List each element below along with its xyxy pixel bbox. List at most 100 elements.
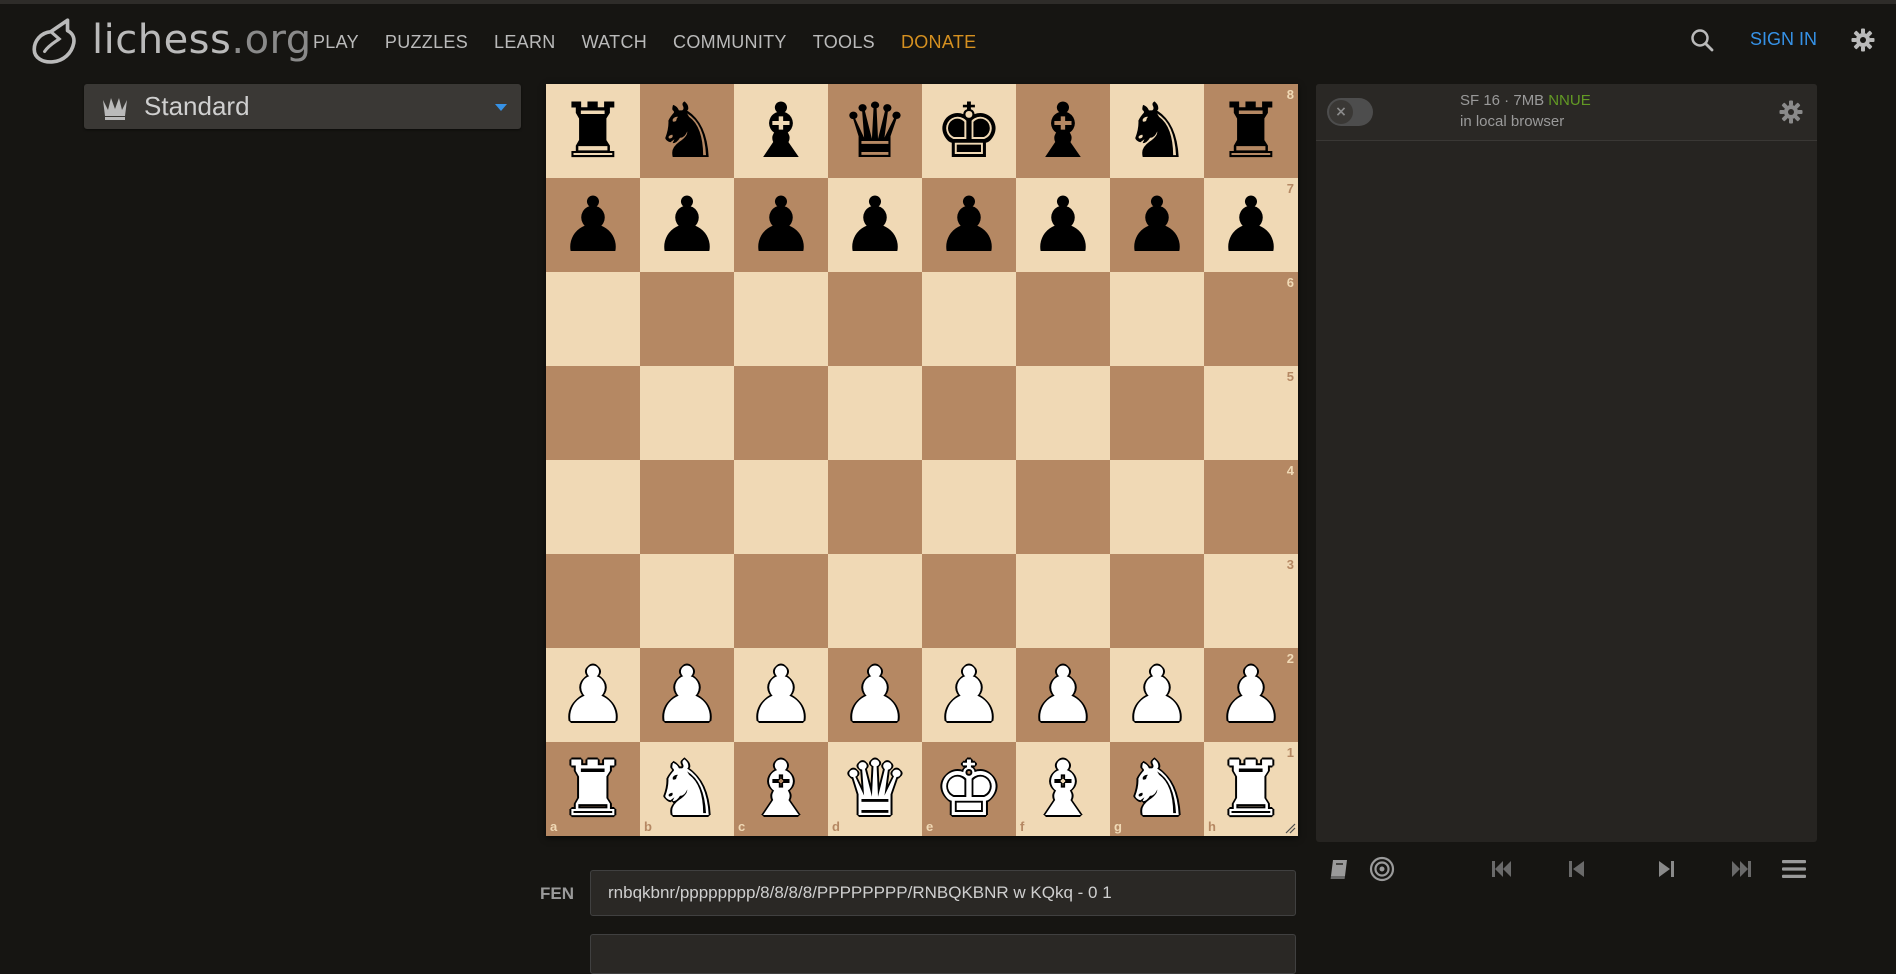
square-d5[interactable] [828,366,922,460]
square-g4[interactable] [1110,460,1204,554]
square-d7[interactable]: ♟ [828,178,922,272]
pgn-textarea[interactable] [590,934,1296,974]
target-icon[interactable] [1368,856,1396,882]
white-bishop-piece[interactable]: ♝ [1029,742,1097,836]
black-knight-piece[interactable]: ♞ [1123,84,1191,178]
square-g6[interactable] [1110,272,1204,366]
square-b1[interactable]: ♞ b [640,742,734,836]
white-pawn-piece[interactable]: ♟ [1217,648,1285,742]
square-c3[interactable] [734,554,828,648]
menu-icon[interactable] [1780,856,1808,882]
prev-move-icon[interactable] [1563,856,1591,882]
square-h6[interactable]: 6 [1204,272,1298,366]
white-pawn-piece[interactable]: ♟ [653,648,721,742]
white-knight-piece[interactable]: ♞ [1123,742,1191,836]
fen-input[interactable] [590,870,1296,916]
next-move-icon[interactable] [1652,856,1680,882]
last-move-icon[interactable] [1727,856,1755,882]
square-b8[interactable]: ♞ [640,84,734,178]
white-king-piece[interactable]: ♚ [935,742,1003,836]
square-h4[interactable]: 4 [1204,460,1298,554]
nav-donate[interactable]: DONATE [901,32,976,53]
square-d6[interactable] [828,272,922,366]
engine-settings-icon[interactable] [1779,100,1803,124]
square-c7[interactable]: ♟ [734,178,828,272]
square-b5[interactable] [640,366,734,460]
square-a3[interactable] [546,554,640,648]
black-rook-piece[interactable]: ♜ [1217,84,1285,178]
search-icon[interactable] [1689,27,1715,53]
book-icon[interactable] [1325,856,1353,882]
black-pawn-piece[interactable]: ♟ [841,178,909,272]
square-b7[interactable]: ♟ [640,178,734,272]
square-g8[interactable]: ♞ [1110,84,1204,178]
square-g3[interactable] [1110,554,1204,648]
white-queen-piece[interactable]: ♛ [841,742,909,836]
square-c4[interactable] [734,460,828,554]
white-rook-piece[interactable]: ♜ [1217,742,1285,836]
square-a6[interactable] [546,272,640,366]
square-e2[interactable]: ♟ [922,648,1016,742]
square-e6[interactable] [922,272,1016,366]
square-g1[interactable]: ♞ g [1110,742,1204,836]
square-b6[interactable] [640,272,734,366]
nav-play[interactable]: PLAY [313,32,359,53]
black-bishop-piece[interactable]: ♝ [747,84,815,178]
square-c5[interactable] [734,366,828,460]
nav-watch[interactable]: WATCH [582,32,647,53]
nav-puzzles[interactable]: PUZZLES [385,32,468,53]
square-h8[interactable]: ♜ 8 [1204,84,1298,178]
square-e3[interactable] [922,554,1016,648]
square-a8[interactable]: ♜ [546,84,640,178]
square-d3[interactable] [828,554,922,648]
square-c2[interactable]: ♟ [734,648,828,742]
square-b4[interactable] [640,460,734,554]
square-c1[interactable]: ♝ c [734,742,828,836]
square-b2[interactable]: ♟ [640,648,734,742]
nav-community[interactable]: COMMUNITY [673,32,787,53]
black-pawn-piece[interactable]: ♟ [559,178,627,272]
white-bishop-piece[interactable]: ♝ [747,742,815,836]
square-a4[interactable] [546,460,640,554]
black-bishop-piece[interactable]: ♝ [1029,84,1097,178]
black-pawn-piece[interactable]: ♟ [653,178,721,272]
white-rook-piece[interactable]: ♜ [559,742,627,836]
black-rook-piece[interactable]: ♜ [559,84,627,178]
square-a2[interactable]: ♟ [546,648,640,742]
white-pawn-piece[interactable]: ♟ [935,648,1003,742]
square-g2[interactable]: ♟ [1110,648,1204,742]
square-f7[interactable]: ♟ [1016,178,1110,272]
square-b3[interactable] [640,554,734,648]
square-d8[interactable]: ♛ [828,84,922,178]
white-pawn-piece[interactable]: ♟ [747,648,815,742]
black-king-piece[interactable]: ♚ [935,84,1003,178]
square-d4[interactable] [828,460,922,554]
black-pawn-piece[interactable]: ♟ [1217,178,1285,272]
square-h7[interactable]: ♟ 7 [1204,178,1298,272]
square-f1[interactable]: ♝ f [1016,742,1110,836]
square-e1[interactable]: ♚ e [922,742,1016,836]
square-f3[interactable] [1016,554,1110,648]
square-a1[interactable]: ♜ a [546,742,640,836]
square-d1[interactable]: ♛ d [828,742,922,836]
square-g5[interactable] [1110,366,1204,460]
square-h5[interactable]: 5 [1204,366,1298,460]
square-c8[interactable]: ♝ [734,84,828,178]
square-a7[interactable]: ♟ [546,178,640,272]
square-d2[interactable]: ♟ [828,648,922,742]
black-pawn-piece[interactable]: ♟ [1029,178,1097,272]
white-pawn-piece[interactable]: ♟ [559,648,627,742]
gear-icon[interactable] [1851,28,1875,52]
square-f5[interactable] [1016,366,1110,460]
square-e7[interactable]: ♟ [922,178,1016,272]
square-a5[interactable] [546,366,640,460]
nav-learn[interactable]: LEARN [494,32,556,53]
square-h2[interactable]: ♟ 2 [1204,648,1298,742]
nav-tools[interactable]: TOOLS [813,32,875,53]
square-f6[interactable] [1016,272,1110,366]
square-e8[interactable]: ♚ [922,84,1016,178]
first-move-icon[interactable] [1488,856,1516,882]
square-h3[interactable]: 3 [1204,554,1298,648]
square-g7[interactable]: ♟ [1110,178,1204,272]
black-knight-piece[interactable]: ♞ [653,84,721,178]
